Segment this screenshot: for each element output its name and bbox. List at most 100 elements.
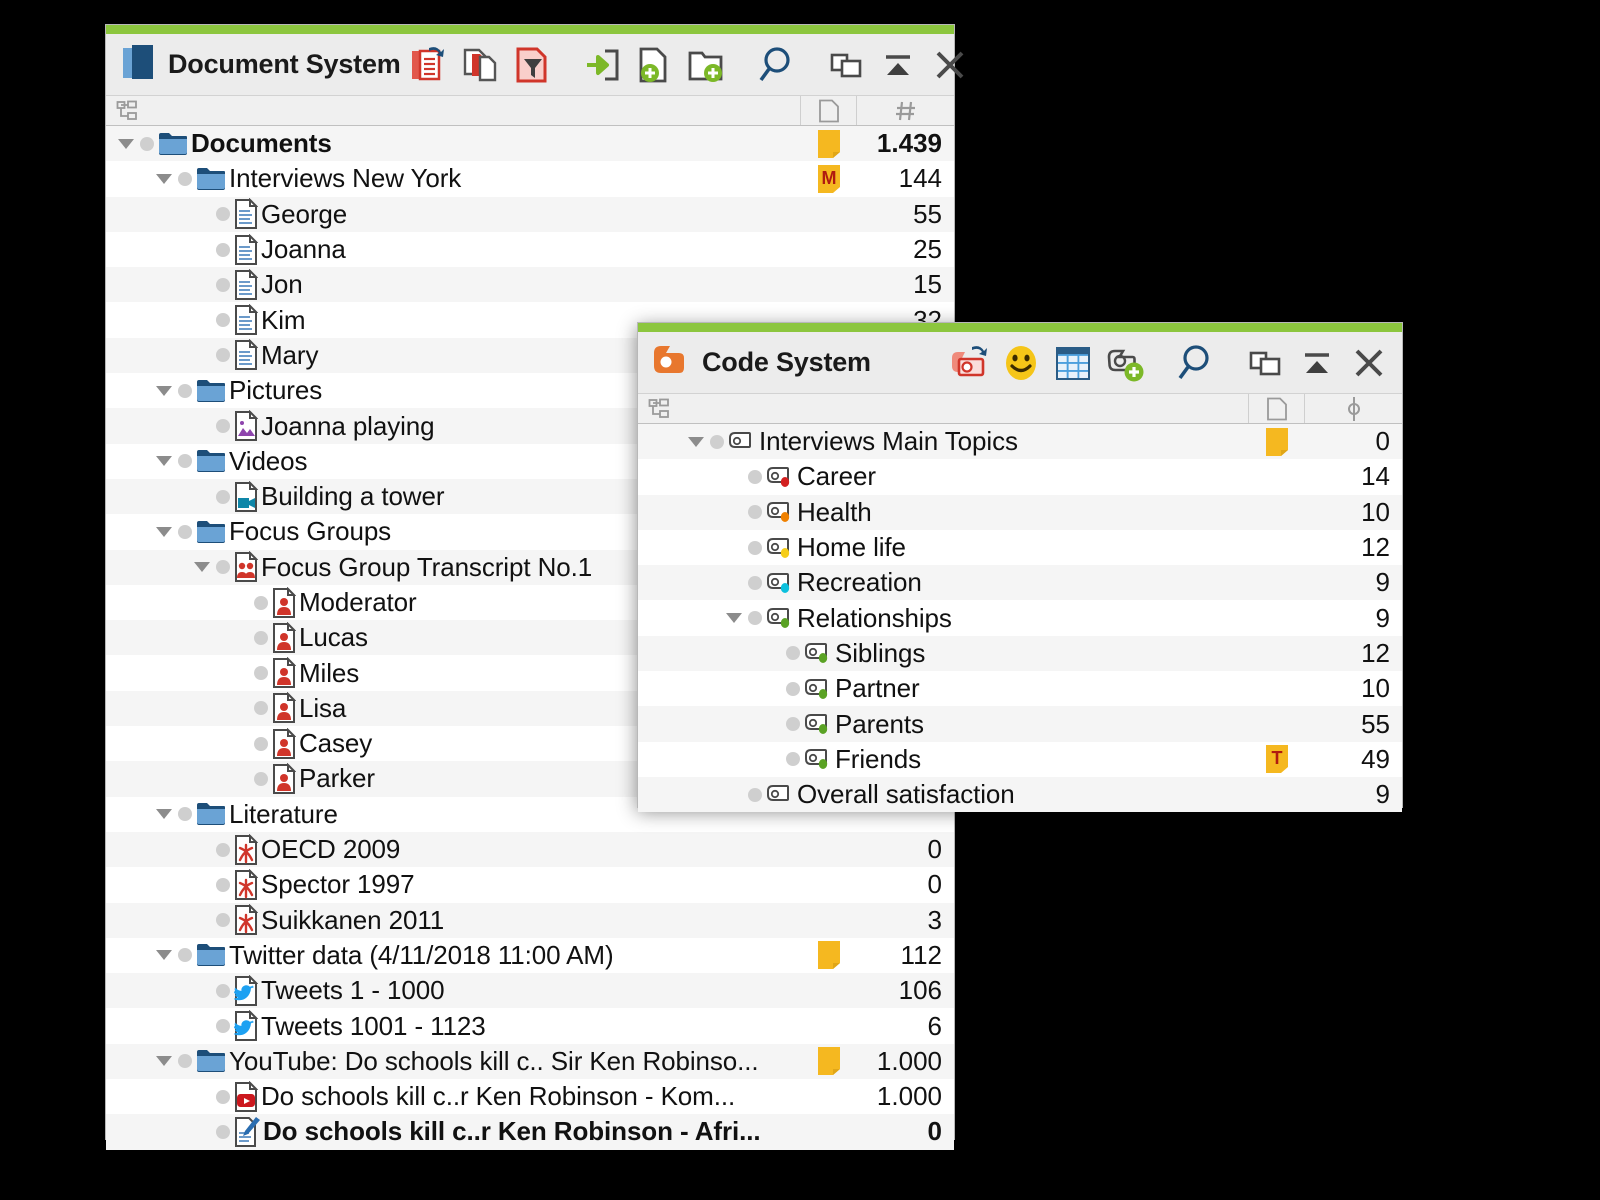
- new-document-group-button[interactable]: [683, 42, 729, 88]
- column-header-tree[interactable]: [638, 394, 1249, 423]
- tree-row[interactable]: Do schools kill c..r Ken Robinson - Kom.…: [106, 1079, 954, 1114]
- memo-flag-icon[interactable]: T: [1249, 743, 1305, 775]
- new-code-button[interactable]: [1102, 340, 1148, 386]
- tree-row[interactable]: Tweets 1 - 1000106: [106, 973, 954, 1008]
- activation-dot-icon[interactable]: [748, 470, 762, 484]
- tree-row[interactable]: OECD 20090: [106, 832, 954, 867]
- expand-collapse-triangle-icon[interactable]: [150, 804, 178, 824]
- collapse-all-button[interactable]: [1294, 340, 1340, 386]
- activation-dot-icon[interactable]: [748, 505, 762, 519]
- activation-dot-icon[interactable]: [178, 807, 192, 821]
- activation-dot-icon[interactable]: [178, 454, 192, 468]
- code-matrix-button[interactable]: [1050, 340, 1096, 386]
- code-system-window[interactable]: Code System: [637, 322, 1403, 808]
- tree-row[interactable]: George55: [106, 197, 954, 232]
- code-tree[interactable]: Interviews Main Topics0 Career14 Health1…: [638, 424, 1402, 812]
- emoticode-button[interactable]: [998, 340, 1044, 386]
- activation-dot-icon[interactable]: [254, 631, 268, 645]
- expand-collapse-triangle-icon[interactable]: [150, 945, 178, 965]
- expand-collapse-triangle-icon[interactable]: [720, 608, 748, 628]
- activation-dot-icon[interactable]: [748, 788, 762, 802]
- search-button[interactable]: [753, 42, 799, 88]
- code-column-header[interactable]: [638, 394, 1402, 424]
- new-document-button[interactable]: [631, 42, 677, 88]
- column-header-code-frequency[interactable]: [1305, 394, 1402, 423]
- tree-row[interactable]: Recreation9: [638, 565, 1402, 600]
- collapse-all-button[interactable]: [875, 42, 921, 88]
- activation-dot-icon[interactable]: [178, 948, 192, 962]
- activation-dot-icon[interactable]: [216, 313, 230, 327]
- activation-dot-icon[interactable]: [216, 560, 230, 574]
- tree-row[interactable]: Suikkanen 20113: [106, 903, 954, 938]
- tree-row[interactable]: Parents55: [638, 706, 1402, 741]
- code-system-toolbar[interactable]: [946, 340, 1392, 386]
- activation-dot-icon[interactable]: [178, 525, 192, 539]
- close-window-button[interactable]: [927, 42, 973, 88]
- tree-row[interactable]: Career14: [638, 459, 1402, 494]
- column-header-count[interactable]: [857, 96, 954, 125]
- activation-dot-icon[interactable]: [216, 1125, 230, 1139]
- tree-row[interactable]: Documents1.439: [106, 126, 954, 161]
- activation-dot-icon[interactable]: [254, 596, 268, 610]
- activation-dot-icon[interactable]: [216, 1090, 230, 1104]
- detach-window-button[interactable]: [1242, 340, 1288, 386]
- expand-collapse-triangle-icon[interactable]: [150, 381, 178, 401]
- document-system-titlebar[interactable]: Document System ‹: [106, 34, 954, 96]
- tree-row[interactable]: Interviews Main Topics0: [638, 424, 1402, 459]
- tree-row[interactable]: Jon15: [106, 267, 954, 302]
- tree-row[interactable]: Spector 19970: [106, 867, 954, 902]
- import-document-button[interactable]: [579, 42, 625, 88]
- tree-row[interactable]: Interviews New YorkM144: [106, 161, 954, 196]
- duplicate-document-button[interactable]: [457, 42, 503, 88]
- detach-window-button[interactable]: [823, 42, 869, 88]
- activation-dot-icon[interactable]: [748, 611, 762, 625]
- code-system-titlebar[interactable]: Code System: [638, 332, 1402, 394]
- tree-row[interactable]: Do schools kill c..r Ken Robinson - Afri…: [106, 1114, 954, 1149]
- activation-dot-icon[interactable]: [216, 843, 230, 857]
- activation-dot-icon[interactable]: [710, 435, 724, 449]
- memo-flag-icon[interactable]: [801, 939, 857, 971]
- column-header-memo[interactable]: [1249, 394, 1305, 423]
- expand-collapse-triangle-icon[interactable]: [150, 451, 178, 471]
- activation-dot-icon[interactable]: [216, 419, 230, 433]
- search-button[interactable]: [1172, 340, 1218, 386]
- tree-row[interactable]: Twitter data (4/11/2018 11:00 AM)112: [106, 938, 954, 973]
- activation-dot-icon[interactable]: [748, 541, 762, 555]
- memo-flag-icon[interactable]: [801, 128, 857, 160]
- edit-memo-button[interactable]: [405, 42, 451, 88]
- activation-dot-icon[interactable]: [216, 243, 230, 257]
- activation-dot-icon[interactable]: [786, 752, 800, 766]
- expand-collapse-triangle-icon[interactable]: [150, 1051, 178, 1071]
- tree-row[interactable]: Relationships9: [638, 600, 1402, 635]
- activation-dot-icon[interactable]: [216, 984, 230, 998]
- expand-collapse-triangle-icon[interactable]: [188, 557, 216, 577]
- activation-dot-icon[interactable]: [178, 172, 192, 186]
- activation-dot-icon[interactable]: [216, 878, 230, 892]
- activation-dot-icon[interactable]: [254, 701, 268, 715]
- close-window-button[interactable]: [1346, 340, 1392, 386]
- expand-collapse-triangle-icon[interactable]: [150, 169, 178, 189]
- memo-flag-icon[interactable]: [801, 1045, 857, 1077]
- activation-dot-icon[interactable]: [254, 772, 268, 786]
- code-memo-button[interactable]: [946, 340, 992, 386]
- activation-dot-icon[interactable]: [216, 1019, 230, 1033]
- tree-row[interactable]: FriendsT49: [638, 742, 1402, 777]
- activation-dot-icon[interactable]: [178, 384, 192, 398]
- column-header-tree[interactable]: [106, 96, 801, 125]
- tree-row[interactable]: Joanna25: [106, 232, 954, 267]
- expand-collapse-triangle-icon[interactable]: [112, 134, 140, 154]
- activation-dot-icon[interactable]: [748, 576, 762, 590]
- activation-dot-icon[interactable]: [786, 682, 800, 696]
- memo-flag-icon[interactable]: M: [801, 163, 857, 195]
- activation-dot-icon[interactable]: [216, 207, 230, 221]
- activation-dot-icon[interactable]: [216, 348, 230, 362]
- memo-flag-icon[interactable]: [1249, 426, 1305, 458]
- activation-dot-icon[interactable]: [216, 490, 230, 504]
- activation-dot-icon[interactable]: [254, 666, 268, 680]
- tree-row[interactable]: Partner10: [638, 671, 1402, 706]
- activation-dot-icon[interactable]: [786, 646, 800, 660]
- tree-row[interactable]: Overall satisfaction9: [638, 777, 1402, 812]
- expand-collapse-triangle-icon[interactable]: [150, 522, 178, 542]
- activation-dot-icon[interactable]: [216, 278, 230, 292]
- column-header-memo[interactable]: [801, 96, 857, 125]
